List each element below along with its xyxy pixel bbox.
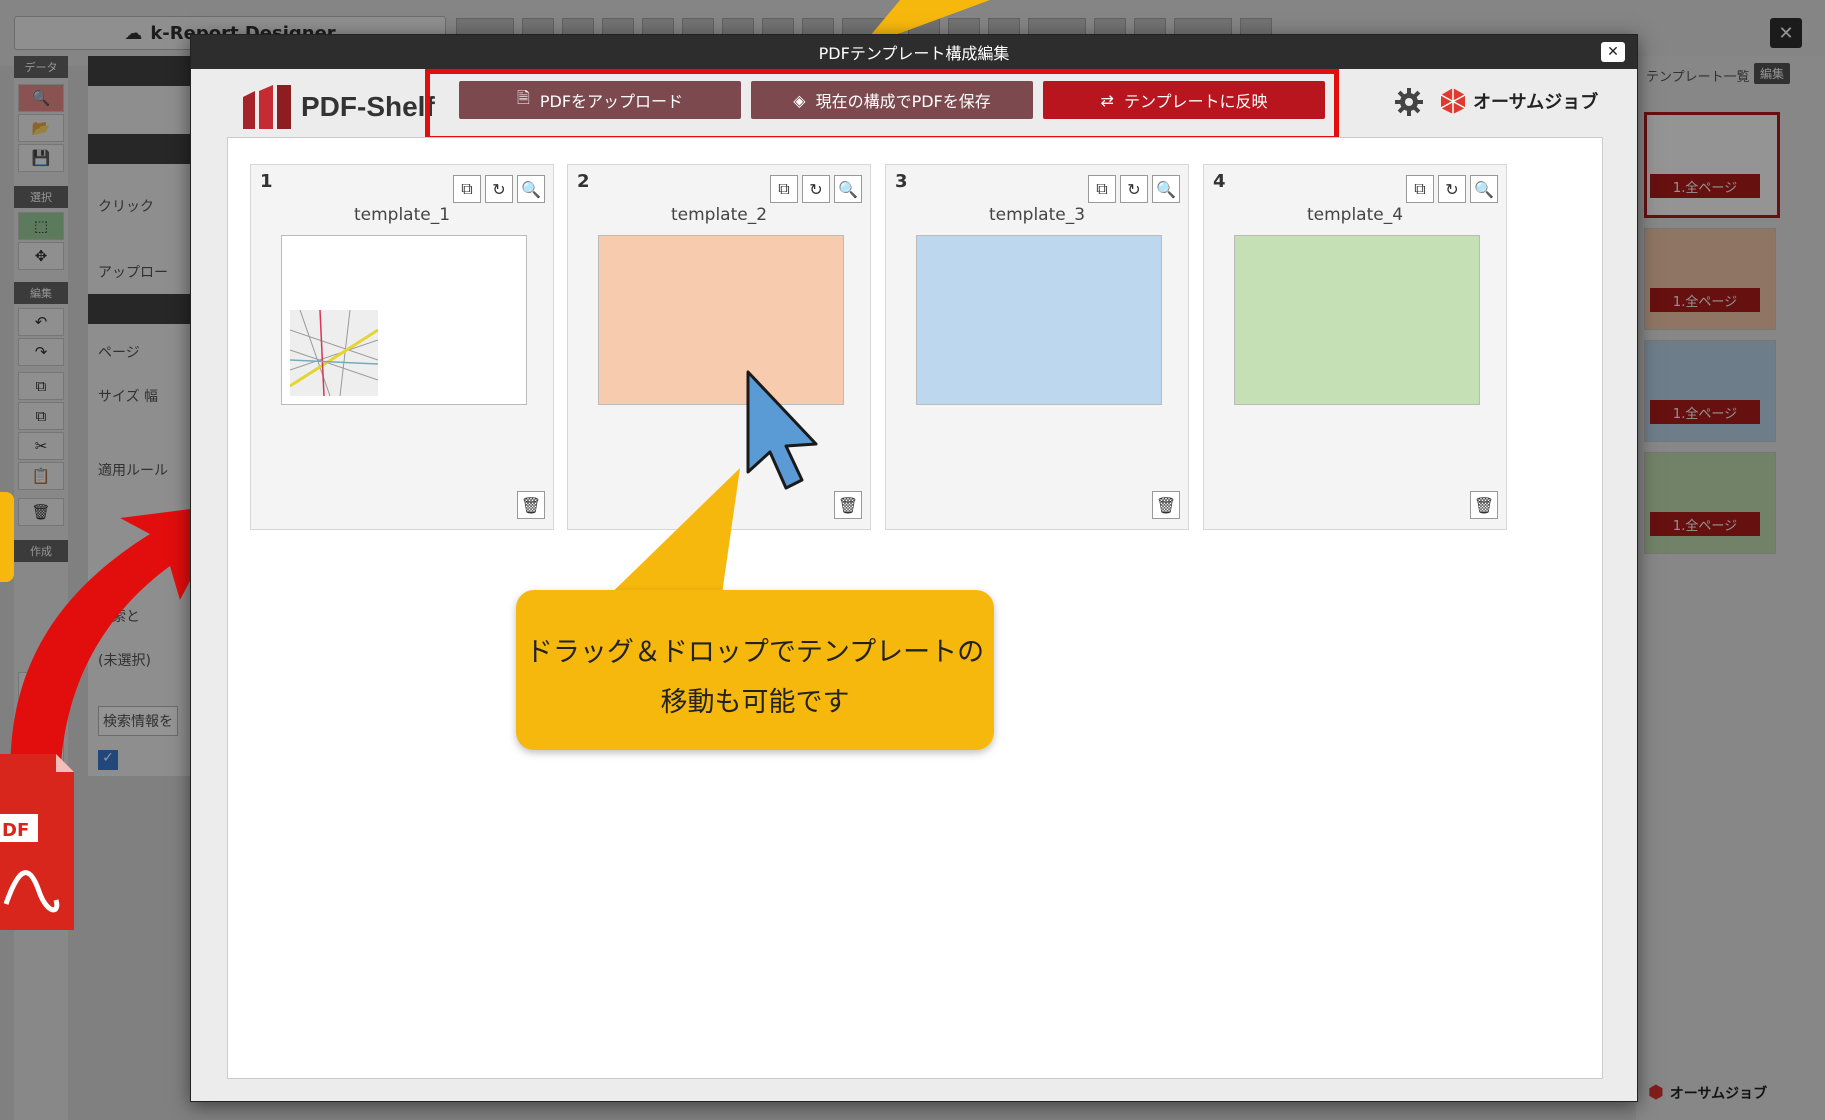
card-number: 4: [1213, 171, 1226, 192]
copy-icon[interactable]: ⧉: [1406, 175, 1434, 203]
card-number: 1: [260, 171, 273, 192]
card-number: 2: [577, 171, 590, 192]
template-card[interactable]: 4 ⧉ ↻ 🔍 template_4 🗑: [1203, 164, 1507, 530]
brand-logo: オーサムジョブ: [1439, 87, 1598, 115]
card-thumbnail: [281, 235, 527, 405]
card-name: template_4: [1306, 205, 1404, 225]
zoom-icon[interactable]: 🔍: [517, 175, 545, 203]
rotate-icon[interactable]: ↻: [1120, 175, 1148, 203]
callout-line-2: 移動も可能です: [660, 687, 850, 718]
zoom-icon[interactable]: 🔍: [834, 175, 862, 203]
map-image: [290, 310, 378, 396]
card-number: 3: [895, 171, 908, 192]
modal-title: PDFテンプレート構成編集: [818, 44, 1010, 63]
card-tools: ⧉ ↻ 🔍: [1406, 175, 1498, 203]
pdf-file-icon: DF: [0, 754, 74, 930]
template-card[interactable]: 1 ⧉ ↻ 🔍 template_1 🗑: [250, 164, 554, 530]
rotate-icon[interactable]: ↻: [485, 175, 513, 203]
rotate-icon[interactable]: ↻: [802, 175, 830, 203]
svg-text:DF: DF: [2, 820, 29, 841]
card-thumbnail: [1234, 235, 1480, 405]
delete-icon[interactable]: 🗑: [517, 491, 545, 519]
zoom-icon[interactable]: 🔍: [1470, 175, 1498, 203]
card-name: template_3: [988, 205, 1086, 225]
cursor-icon: [746, 370, 818, 490]
pdf-shelf-logo-icon: [243, 85, 291, 129]
pdf-template-modal: PDFテンプレート構成編集 ✕ PDF-Shelf 🗎 PDFをアップロード ◈…: [190, 34, 1638, 1102]
copy-icon[interactable]: ⧉: [453, 175, 481, 203]
copy-icon[interactable]: ⧉: [1088, 175, 1116, 203]
upload-pdf-button[interactable]: 🗎 PDFをアップロード: [459, 81, 741, 119]
drag-drop-callout: ドラッグ＆ドロップでテンプレートの 移動も可能です: [516, 590, 994, 750]
save-pdf-button[interactable]: ◈ 現在の構成でPDFを保存: [751, 81, 1033, 119]
copy-icon[interactable]: ⧉: [770, 175, 798, 203]
rotate-icon[interactable]: ↻: [1438, 175, 1466, 203]
pdf-shelf-logo: PDF-Shelf: [239, 83, 435, 131]
callout-line-1: ドラッグ＆ドロップでテンプレートの: [525, 637, 985, 668]
sync-icon: ⇄: [1100, 90, 1114, 110]
modal-close-button[interactable]: ✕: [1601, 42, 1625, 62]
delete-icon[interactable]: 🗑: [1152, 491, 1180, 519]
card-thumbnail: [916, 235, 1162, 405]
card-tools: ⧉ ↻ 🔍: [1088, 175, 1180, 203]
card-tools: ⧉ ↻ 🔍: [770, 175, 862, 203]
brand-logo-icon: [1440, 88, 1466, 114]
zoom-icon[interactable]: 🔍: [1152, 175, 1180, 203]
template-card[interactable]: 3 ⧉ ↻ 🔍 template_3 🗑: [885, 164, 1189, 530]
gear-icon[interactable]: [1394, 87, 1424, 117]
card-tools: ⧉ ↻ 🔍: [453, 175, 545, 203]
delete-icon[interactable]: 🗑: [834, 491, 862, 519]
layers-icon: ◈: [793, 90, 806, 110]
callout-tail: [596, 468, 740, 608]
delete-icon[interactable]: 🗑: [1470, 491, 1498, 519]
card-name: template_2: [670, 205, 768, 225]
logo-text: PDF-Shelf: [301, 91, 435, 122]
modal-title-bar: PDFテンプレート構成編集 ✕: [191, 35, 1637, 69]
card-name: template_1: [353, 205, 451, 225]
apply-template-button[interactable]: ⇄ テンプレートに反映: [1043, 81, 1325, 119]
file-icon: 🗎: [516, 87, 530, 107]
